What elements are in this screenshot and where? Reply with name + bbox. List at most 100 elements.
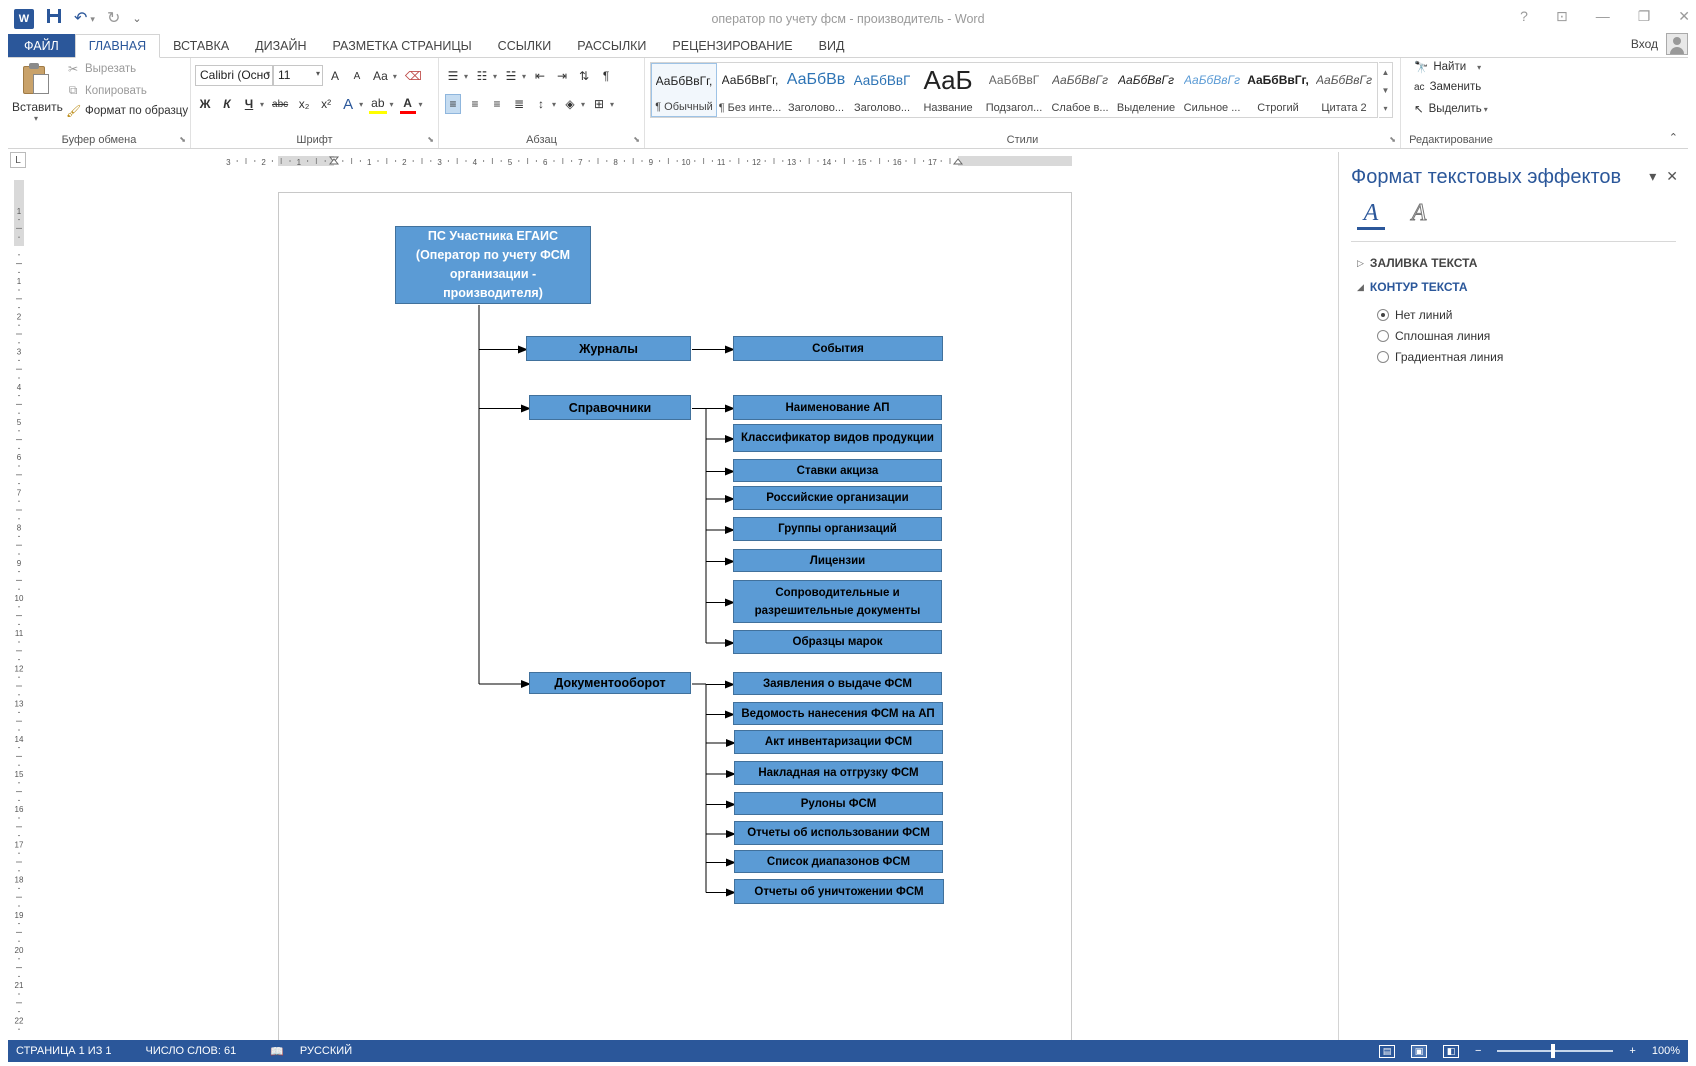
align-left-icon[interactable]: ≡ (445, 94, 461, 114)
find-button[interactable]: 🔭 Найти ▾ (1414, 60, 1481, 74)
node-dir-item[interactable]: Классификатор видов продукции (733, 424, 942, 452)
node-dir-item[interactable]: Образцы марок (733, 630, 942, 654)
sign-in-label[interactable]: Вход (1631, 37, 1658, 51)
text-effects-dropdown-icon[interactable]: ▾ (359, 100, 363, 109)
style-quote-2[interactable]: АаБбВвГг Цитата 2 (1311, 63, 1377, 117)
text-fill-outline-tab[interactable]: A (1357, 200, 1385, 230)
node-doc-item[interactable]: Акт инвентаризации ФСМ (734, 730, 943, 754)
clear-formatting-icon[interactable]: ⌫ (403, 66, 424, 86)
avatar[interactable] (1666, 33, 1688, 55)
gallery-down-icon[interactable]: ▼ (1382, 86, 1390, 95)
style-subtitle[interactable]: АаБбВвГ Подзагол... (981, 63, 1047, 117)
grow-font-button[interactable]: A (327, 66, 343, 86)
numbering-dropdown-icon[interactable]: ▾ (493, 72, 497, 81)
option-gradient-line[interactable]: Градиентная линия (1377, 350, 1503, 364)
find-dropdown-icon[interactable]: ▾ (1477, 63, 1481, 72)
node-doc-item[interactable]: Список диапазонов ФСМ (734, 850, 943, 873)
line-spacing-dropdown-icon[interactable]: ▾ (552, 100, 556, 109)
zoom-level[interactable]: 100% (1652, 1045, 1680, 1057)
font-name-combo[interactable]: Calibri (Осно ▾ (195, 65, 273, 86)
shading-dropdown-icon[interactable]: ▾ (581, 100, 585, 109)
superscript-button[interactable]: x² (318, 94, 334, 114)
style-strong[interactable]: АаБбВвГг, Строгий (1245, 63, 1311, 117)
radio-solid-line[interactable] (1377, 330, 1389, 342)
option-no-line[interactable]: Нет линий (1377, 308, 1453, 322)
node-dir-item[interactable]: Ставки акциза (733, 459, 942, 482)
bullets-icon[interactable]: ☰ (445, 66, 461, 86)
ribbon-display-options-icon[interactable]: ⊡ (1556, 8, 1568, 25)
style-intense-emphasis[interactable]: АаБбВвГг Сильное ... (1179, 63, 1245, 117)
shading-icon[interactable]: ◈ (562, 94, 578, 114)
node-dir-item[interactable]: Группы организаций (733, 517, 942, 541)
help-icon[interactable]: ? (1520, 8, 1528, 25)
language[interactable]: РУССКИЙ (300, 1045, 352, 1057)
line-spacing-icon[interactable]: ↕ (533, 94, 549, 114)
show-marks-icon[interactable]: ¶ (598, 66, 614, 86)
borders-dropdown-icon[interactable]: ▾ (610, 100, 614, 109)
tab-file[interactable]: ФАЙЛ (8, 34, 75, 58)
word-count[interactable]: ЧИСЛО СЛОВ: 61 (146, 1045, 237, 1057)
text-outline-section[interactable]: ◢ КОНТУР ТЕКСТА (1357, 280, 1468, 294)
multilevel-list-dropdown-icon[interactable]: ▾ (522, 72, 526, 81)
multilevel-list-icon[interactable]: ☱ (503, 66, 519, 86)
decrease-indent-icon[interactable]: ⇤ (532, 66, 548, 86)
node-doc-item[interactable]: Отчеты об уничтожении ФСМ (734, 879, 944, 904)
text-effects-tab[interactable]: A (1405, 200, 1433, 230)
subscript-button[interactable]: x₂ (296, 94, 312, 114)
tab-home[interactable]: ГЛАВНАЯ (74, 34, 161, 58)
node-dir-item[interactable]: Российские организации (733, 486, 942, 510)
tab-page-layout[interactable]: РАЗМЕТКА СТРАНИЦЫ (320, 34, 485, 58)
select-button[interactable]: ↖ Выделить ▾ (1414, 102, 1488, 116)
sort-icon[interactable]: ⇅ (576, 66, 592, 86)
paste-dropdown-icon[interactable]: ▾ (12, 114, 60, 123)
style-subtle-emphasis[interactable]: АаБбВвГг Слабое в... (1047, 63, 1113, 117)
text-fill-section[interactable]: ▷ ЗАЛИВКА ТЕКСТА (1357, 256, 1477, 270)
style-heading-1[interactable]: АаБбВв Заголово... (783, 63, 849, 117)
select-dropdown-icon[interactable]: ▾ (1484, 105, 1488, 114)
node-doc-item[interactable]: Накладная на отгрузку ФСМ (734, 761, 943, 785)
radio-no-line[interactable] (1377, 309, 1389, 321)
bullets-dropdown-icon[interactable]: ▾ (464, 72, 468, 81)
style-no-spacing[interactable]: АаБбВвГг, ¶ Без инте... (717, 63, 783, 117)
style-heading-2[interactable]: АаБбВвГ Заголово... (849, 63, 915, 117)
node-journals[interactable]: Журналы (526, 336, 691, 361)
node-dir-item[interactable]: Наименование АП (733, 395, 942, 420)
numbering-icon[interactable]: ☷ (474, 66, 490, 86)
tab-insert[interactable]: ВСТАВКА (160, 34, 242, 58)
clipboard-launcher-icon[interactable]: ⬊ (179, 135, 186, 144)
font-name-dropdown-icon[interactable]: ▾ (266, 69, 270, 78)
font-color-dropdown-icon[interactable]: ▾ (419, 100, 423, 109)
horizontal-ruler[interactable]: 3 2 1 1 2 3 4 5 6 7 8 9 10 11 12 13 14 15 16 17 (30, 154, 1240, 168)
node-doc-item[interactable]: Отчеты об использовании ФСМ (734, 821, 943, 845)
justify-icon[interactable]: ≣ (511, 94, 527, 114)
italic-button[interactable]: К (219, 94, 235, 114)
zoom-slider[interactable] (1497, 1044, 1614, 1058)
underline-dropdown-icon[interactable]: ▾ (260, 100, 264, 109)
cut-button[interactable]: ✂ Вырезать (66, 62, 136, 76)
web-layout-icon[interactable]: ◧ (1442, 1044, 1459, 1058)
page-count[interactable]: СТРАНИЦА 1 ИЗ 1 (16, 1045, 112, 1057)
highlight-dropdown-icon[interactable]: ▾ (390, 100, 394, 109)
proofing-icon[interactable]: 📖 (270, 1045, 284, 1058)
node-dir-item[interactable]: Лицензии (733, 549, 942, 572)
tab-view[interactable]: ВИД (806, 34, 858, 58)
node-dir-item[interactable]: Сопроводительные и разрешительные докуме… (733, 580, 942, 623)
restore-icon[interactable]: ❐ (1638, 8, 1651, 25)
tab-review[interactable]: РЕЦЕНЗИРОВАНИЕ (659, 34, 805, 58)
read-mode-icon[interactable]: ▤ (1378, 1044, 1395, 1058)
sign-in[interactable]: Вход (1631, 33, 1688, 55)
font-size-dropdown-icon[interactable]: ▾ (316, 69, 320, 78)
align-right-icon[interactable]: ≡ (489, 94, 505, 114)
underline-button[interactable]: Ч (241, 94, 257, 114)
zoom-out-icon[interactable]: − (1475, 1045, 1481, 1057)
borders-icon[interactable]: ⊞ (591, 94, 607, 114)
print-layout-icon[interactable]: ▣ (1410, 1044, 1427, 1058)
node-directories[interactable]: Справочники (529, 395, 691, 420)
node-doc-item[interactable]: Рулоны ФСМ (734, 792, 943, 815)
copy-button[interactable]: ⧉ Копировать (66, 83, 147, 98)
style-normal[interactable]: АаБбВвГг, ¶ Обычный (651, 63, 718, 117)
increase-indent-icon[interactable]: ⇥ (554, 66, 570, 86)
document-page[interactable]: ПС Участника ЕГАИС (Оператор по учету ФС… (278, 192, 1072, 1042)
change-case-button[interactable]: Аа (371, 66, 390, 86)
node-doc-item[interactable]: Заявления о выдаче ФСМ (733, 672, 942, 695)
